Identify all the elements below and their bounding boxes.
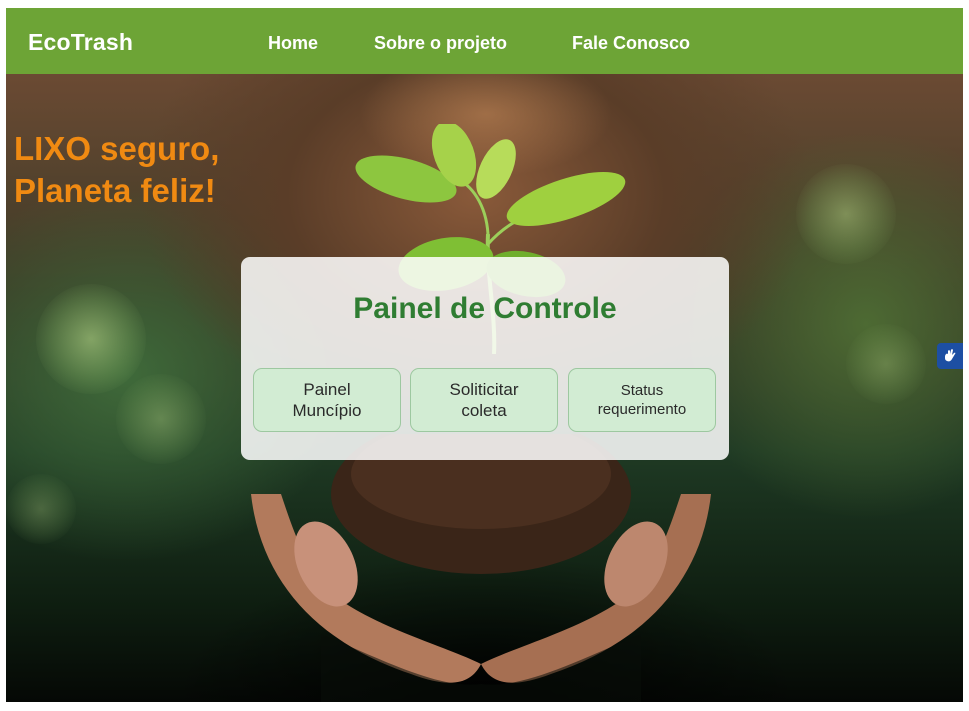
accessibility-widget-button[interactable] xyxy=(937,343,963,369)
panel-title: Painel de Controle xyxy=(353,292,617,325)
bokeh-light xyxy=(36,284,146,394)
nav-link-sobre-o-projeto[interactable]: Sobre o projeto xyxy=(374,33,507,54)
status-requerimento-button[interactable]: Status requerimento xyxy=(568,368,716,432)
hands-with-soil-image xyxy=(251,434,711,702)
brand-logo-text[interactable]: EcoTrash xyxy=(28,29,133,56)
button-label-line: Painel xyxy=(303,380,351,399)
nav-link-home[interactable]: Home xyxy=(268,33,318,54)
button-label-line: Soliticitar xyxy=(449,380,519,399)
bokeh-light xyxy=(796,164,896,264)
button-label-line: Status xyxy=(620,382,664,399)
control-panel-card: Painel de Controle Painel Muncípio Solit… xyxy=(241,257,729,460)
hero-slogan: LIXO seguro, Planeta feliz! xyxy=(14,128,219,212)
button-label-line: Muncípio xyxy=(292,401,362,420)
page-frame: EcoTrash Home Sobre o projeto Fale Conos… xyxy=(6,8,963,702)
slogan-line-2: Planeta feliz! xyxy=(14,172,216,209)
painel-municipio-button[interactable]: Painel Muncípio xyxy=(253,368,401,432)
bokeh-light xyxy=(6,474,76,544)
nav-link-fale-conosco[interactable]: Fale Conosco xyxy=(572,33,690,54)
bokeh-light xyxy=(846,324,926,404)
button-label-line: coleta xyxy=(461,401,507,420)
top-navbar: EcoTrash Home Sobre o projeto Fale Conos… xyxy=(6,8,963,74)
solicitar-coleta-button[interactable]: Soliticitar coleta xyxy=(410,368,558,432)
slogan-line-1: LIXO seguro, xyxy=(14,130,220,167)
hand-sign-language-icon xyxy=(945,349,956,362)
button-label-line: requerimento xyxy=(597,401,687,418)
bokeh-light xyxy=(116,374,206,464)
